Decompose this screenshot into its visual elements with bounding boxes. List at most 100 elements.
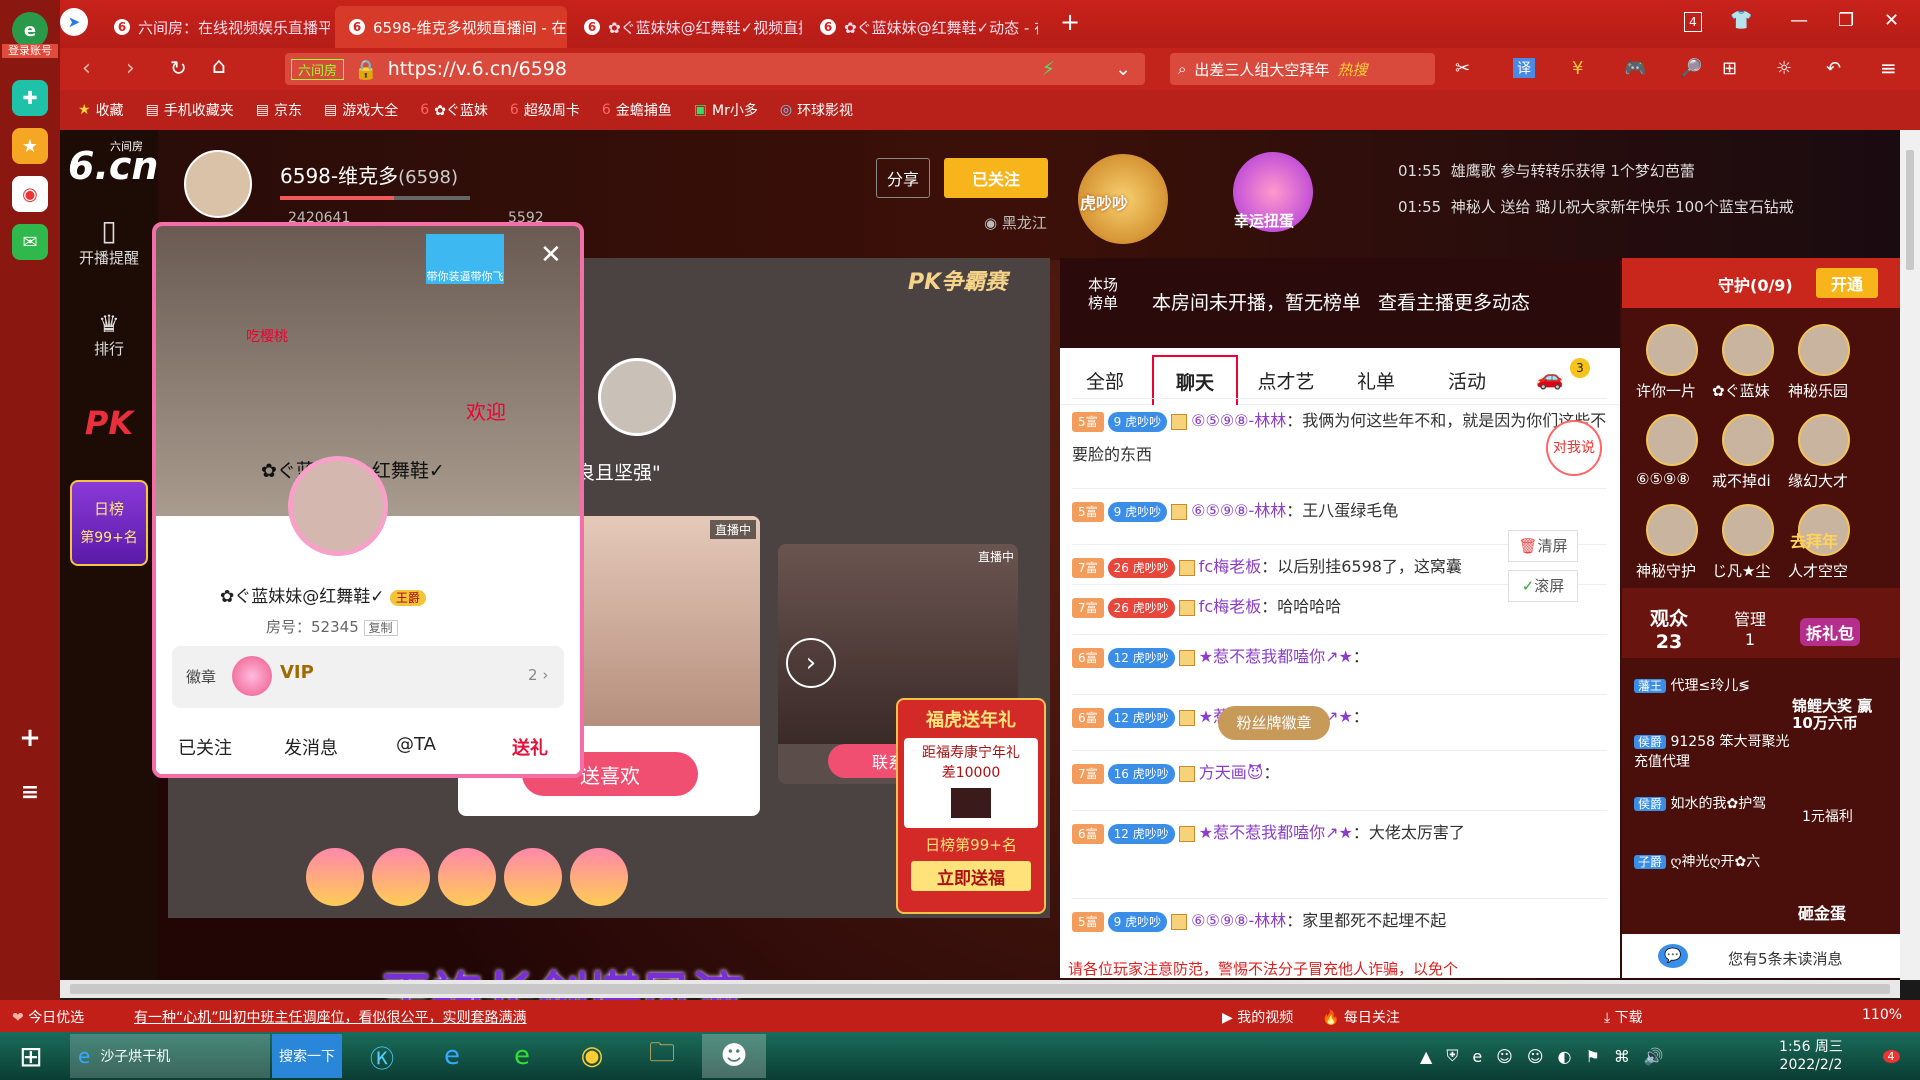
zoom-level[interactable]: 110% [1862, 1007, 1902, 1023]
guard-avatar[interactable] [1646, 324, 1698, 376]
bookmark-fishing[interactable]: 6 金蟾捕鱼 [602, 100, 672, 120]
tab-count-icon[interactable]: 4 [1684, 12, 1702, 32]
tab-3[interactable]: 6 ✿ぐ蓝妹妹@红舞鞋✓视频直播 [570, 6, 802, 48]
bookmark-jd[interactable]: ▤ 京东 [256, 100, 302, 120]
vertical-scrollbar[interactable] [1900, 130, 1920, 980]
taskbar-folder-icon[interactable]: 🗀 [632, 1034, 692, 1078]
chat-nickname[interactable]: ⑥⑤⑨⑧-林林 [1191, 411, 1286, 430]
tab-4[interactable]: 6 ✿ぐ蓝妹妹@红舞鞋✓动态 - 在 [806, 6, 1038, 48]
bookmark-favorites[interactable]: ★ 收藏 [78, 100, 124, 120]
share-button[interactable]: 分享 [876, 158, 930, 198]
tray-app-icon[interactable]: ◐ [1558, 1047, 1572, 1066]
popup-message-button[interactable]: 发消息 [284, 734, 338, 760]
taskbar-app-k-icon[interactable]: Ⓚ [352, 1034, 412, 1078]
menu-icon[interactable]: ≡ [12, 774, 48, 810]
chat-nickname[interactable]: ⑥⑤⑨⑧-林林 [1191, 911, 1286, 930]
tab-1[interactable]: 6 六间房：在线视频娱乐直播平 [100, 6, 330, 48]
rank-label[interactable]: 本场榜单 [1088, 276, 1122, 312]
news-ticker[interactable]: 有一种“心机”叫初中班主任调座位，看似很公平，实则套路满满 [134, 1007, 527, 1027]
taskbar-chrome-icon[interactable]: ◉ [562, 1034, 622, 1078]
add-icon[interactable]: + [12, 720, 48, 756]
bookmark-mobile[interactable]: ▤ 手机收藏夹 [146, 100, 234, 120]
gamepad-icon[interactable]: 🎮 [1624, 58, 1646, 79]
bookmark-huanqiu[interactable]: ◎ 环球影视 [780, 100, 853, 120]
side-golden-egg[interactable]: 砸金蛋 [1798, 900, 1846, 924]
send-blessing-button[interactable]: 立即送福 [911, 861, 1031, 891]
mail-icon[interactable]: ✉ [12, 224, 48, 260]
audience-tab[interactable]: 观众 23 [1650, 604, 1688, 653]
clock[interactable]: 1:56 周三 2022/2/2 [1756, 1034, 1866, 1078]
translate-icon[interactable]: 译 [1513, 58, 1535, 78]
undo-icon[interactable]: ↶ [1826, 58, 1841, 79]
guard-avatar[interactable] [1722, 324, 1774, 376]
back-icon[interactable]: ‹ [82, 56, 91, 81]
guard-avatar[interactable] [1646, 414, 1698, 466]
tab-2[interactable]: 66598-维克多视频直播间 - 在线✕ [335, 6, 567, 48]
viewer-row[interactable]: 侯爵 如水的我✿护驾 [1634, 794, 1794, 814]
popup-avatar[interactable] [288, 456, 388, 556]
taskbar-search[interactable]: e 沙子烘干机 [70, 1034, 270, 1078]
tray-volume-icon[interactable]: 🔊 [1644, 1047, 1664, 1066]
bookmark-lanmeimei[interactable]: 6 ✿ぐ蓝妹 [420, 100, 488, 120]
daily-follow[interactable]: 🔥 每日关注 [1322, 1007, 1400, 1027]
star-icon[interactable]: ★ [12, 128, 48, 164]
tray-shield-icon[interactable]: ⛨ [1446, 1046, 1458, 1066]
start-button[interactable]: ⊞ [8, 1034, 54, 1078]
tray-flag-icon[interactable]: ⚑ [1586, 1047, 1600, 1066]
scissors-icon[interactable]: ✂ [1455, 58, 1470, 79]
guard-avatar[interactable] [1646, 504, 1698, 556]
anchor-avatar[interactable] [184, 150, 252, 218]
follow-button[interactable]: 已关注 [944, 158, 1048, 198]
browser-menu-icon[interactable]: ≡ [1880, 56, 1897, 80]
taskbar-ie-icon[interactable]: e [422, 1034, 482, 1078]
guest-avatar[interactable] [598, 358, 676, 436]
notification-icon[interactable]: 4 [1876, 1034, 1906, 1078]
new-tab-icon[interactable]: + [1060, 8, 1080, 36]
my-video[interactable]: ▶ 我的视频 [1222, 1007, 1293, 1027]
speed-icon[interactable]: ⚡ [1042, 58, 1055, 80]
nav-pk[interactable]: PK [60, 404, 158, 442]
magnifier-icon[interactable]: 🔎 [1680, 58, 1702, 79]
tray-browser-icon[interactable]: e [1472, 1047, 1482, 1066]
taskbar-search-button[interactable]: 搜索一下 [272, 1034, 342, 1078]
close-window-icon[interactable]: ✕ [1884, 10, 1899, 31]
plus-app-icon[interactable]: ✚ [12, 80, 48, 116]
send-icon[interactable]: ➤ [60, 8, 88, 36]
chat-nickname[interactable]: 方天画😈 [1199, 763, 1264, 782]
minimize-icon[interactable]: — [1790, 10, 1808, 31]
nav-live-remind[interactable]: ▯ 开播提醒 [60, 214, 158, 268]
tray-arrow-icon[interactable]: ▲ [1420, 1047, 1432, 1066]
tray-qq-icon[interactable]: ☺ [1496, 1047, 1513, 1066]
weibo-icon[interactable]: ◉ [12, 176, 48, 212]
bookmark-mrxiaoduo[interactable]: ▣ Mr小多 [694, 100, 758, 120]
side-new-year[interactable]: 去拜年 [1790, 528, 1838, 552]
side-gift-pack[interactable]: 拆礼包 [1800, 618, 1861, 646]
chat-nickname[interactable]: fc梅老板 [1199, 597, 1261, 616]
home-icon[interactable]: ⌂ [212, 54, 226, 79]
chevron-down-icon[interactable]: ⌄ [1115, 58, 1131, 80]
car-icon[interactable]: 🚗 [1536, 366, 1563, 391]
guard-avatar[interactable] [1722, 504, 1774, 556]
login-button[interactable]: 登录账号 [2, 44, 58, 58]
today-picks[interactable]: ❤ 今日优选 [12, 1007, 84, 1027]
daily-rank-badge[interactable]: 日榜 第99+名 [70, 480, 148, 566]
restore-icon[interactable]: ❐ [1838, 10, 1854, 31]
chat-nickname[interactable]: ⑥⑤⑨⑧-林林 [1191, 501, 1286, 520]
clear-button[interactable]: 🗑清屏 [1508, 530, 1578, 562]
viewer-row[interactable]: 子爵 ღ神光ღ开✿六 [1634, 852, 1794, 872]
popup-followed-button[interactable]: 已关注 [178, 734, 232, 760]
popup-gift-button[interactable]: 送礼 [512, 734, 548, 760]
side-1yuan[interactable]: 1元福利 [1802, 806, 1853, 826]
guard-avatar[interactable] [1722, 414, 1774, 466]
bookmark-games[interactable]: ▤ 游戏大全 [324, 100, 398, 120]
badge-row[interactable] [172, 646, 564, 708]
guard-avatar[interactable] [1798, 414, 1850, 466]
brightness-icon[interactable]: ☼ [1776, 58, 1792, 79]
bookmark-weekcard[interactable]: 6 超级周卡 [510, 100, 580, 120]
chat-nickname[interactable]: ★惹不惹我都嗑你↗★ [1199, 647, 1353, 666]
nav-rank[interactable]: ♛ 排行 [60, 310, 158, 359]
site-logo[interactable]: 6.cn [68, 144, 158, 188]
popup-close-icon[interactable]: ✕ [540, 240, 562, 270]
admin-tab[interactable]: 管理 1 [1734, 606, 1766, 649]
search-box[interactable]: ⌕ 出差三人组大空拜年 热搜 [1170, 53, 1435, 85]
